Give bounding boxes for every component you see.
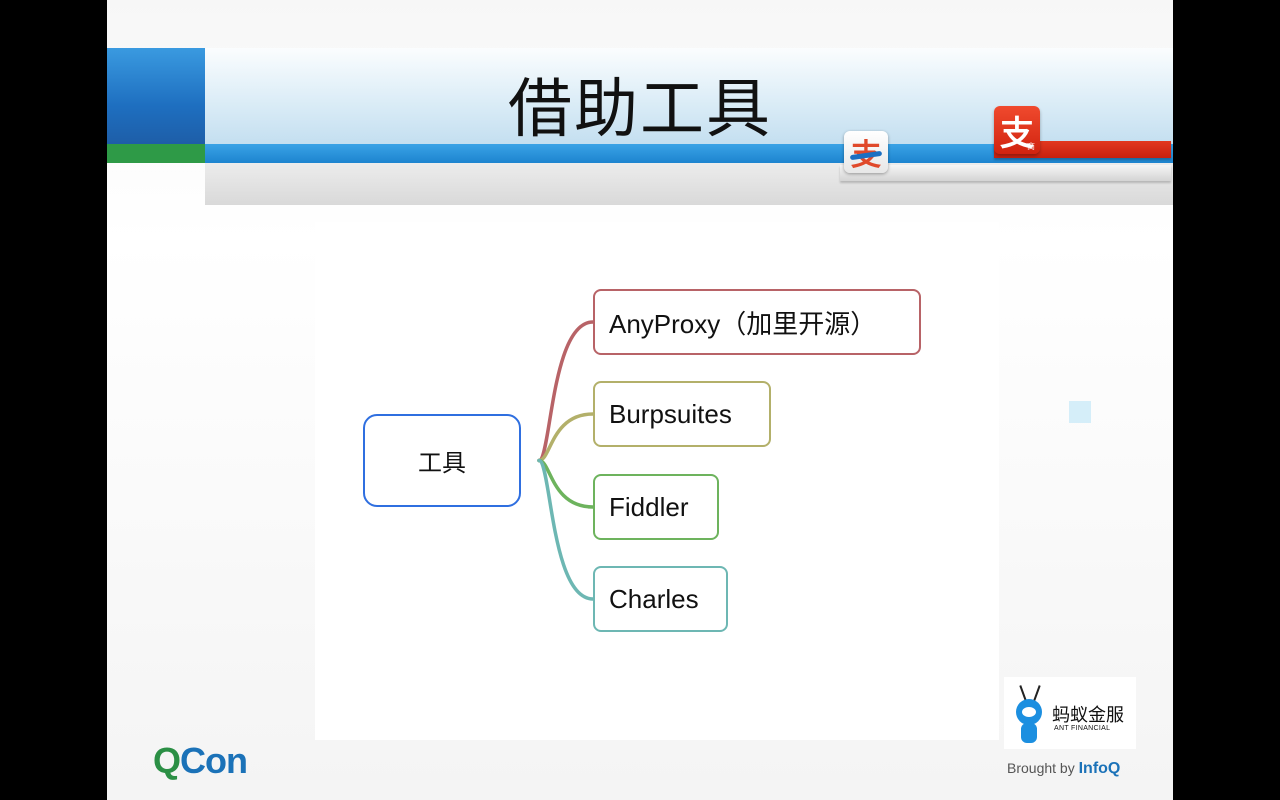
ant-body-icon [1021,723,1037,743]
mindmap-branch-label: Charles [609,583,699,614]
ant-financial-logo: 蚂蚁金服 ANT FINANCIAL [1004,677,1136,749]
qcon-con: Con [180,740,248,781]
mindmap-branch-label: Fiddler [609,491,689,522]
ant-antenna-icon [1033,685,1041,701]
mindmap-connector [537,320,595,463]
mindmap-root-node: 工具 [363,414,521,507]
mindmap-branch-label: Burpsuites [609,398,732,429]
mindmap-branch-node: AnyProxy（加里开源） [593,289,921,355]
brought-by-text: Brought by [1007,760,1079,776]
slide: 借助工具 支 商 支 工具 AnyProxy（加里开源） Burpsuites … [107,0,1173,800]
mindmap-connector [537,458,595,601]
ant-financial-en: ANT FINANCIAL [1054,725,1111,732]
mindmap-branch-node: Fiddler [593,474,719,540]
infoq-logo: InfoQ [1078,760,1121,777]
ant-head-icon [1016,699,1042,725]
mindmap-root-label: 工具 [418,449,466,477]
ant-eye-icon [1022,707,1036,717]
brought-by-infoq: Brought by InfoQ [1007,760,1120,778]
mindmap-branch-node: Charles [593,566,728,632]
mindmap-branch-label: AnyProxy（加里开源） [609,308,877,339]
qcon-q: Q [153,740,181,781]
mindmap-branch-node: Burpsuites [593,381,771,447]
qcon-logo: QCon [153,740,248,782]
ant-financial-cn: 蚂蚁金服 [1052,705,1124,726]
